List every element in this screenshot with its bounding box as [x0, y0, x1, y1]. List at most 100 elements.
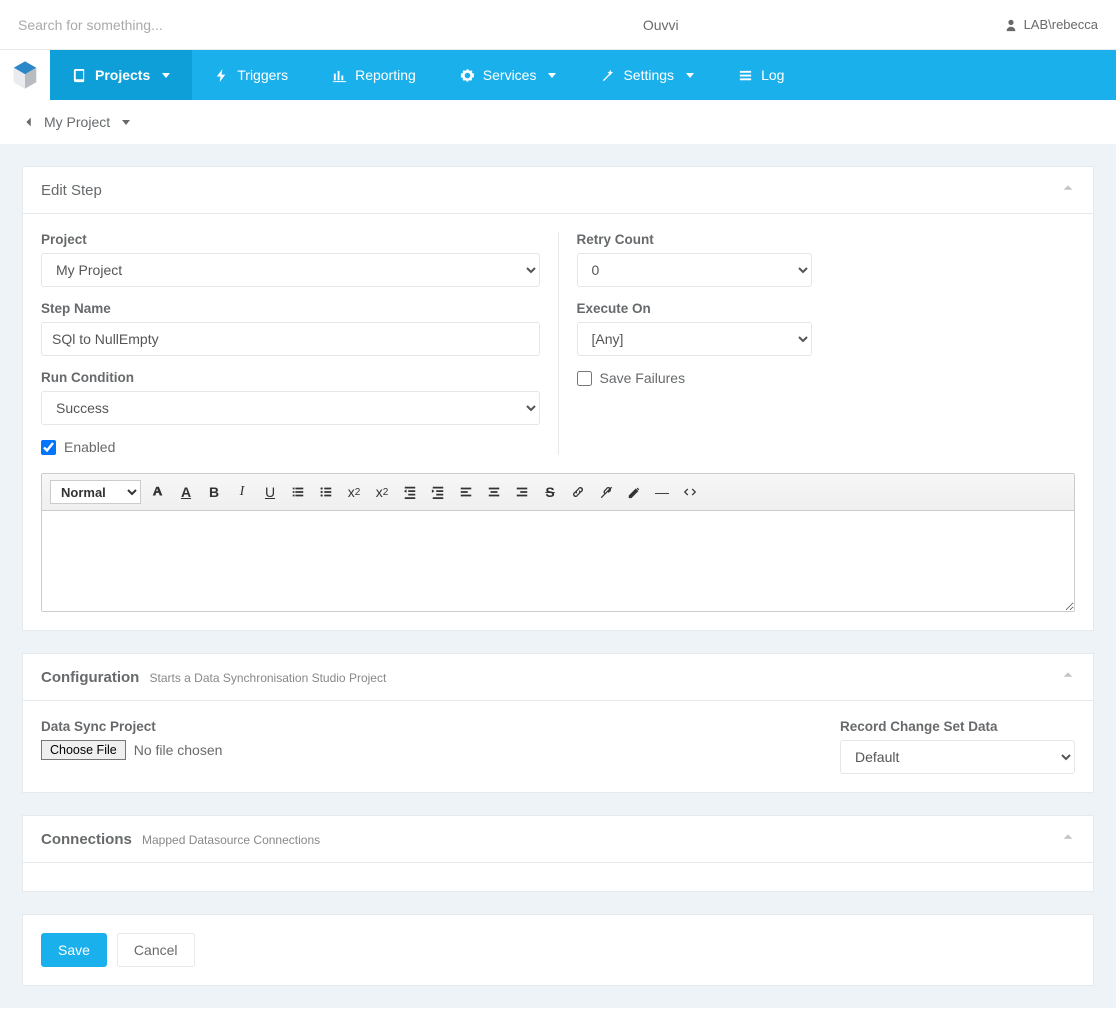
font-size-icon[interactable]: [147, 481, 169, 503]
retry-count-select[interactable]: 0: [577, 253, 812, 287]
nav-services-label: Services: [483, 67, 537, 83]
search-input[interactable]: [18, 17, 318, 33]
align-left-icon[interactable]: [455, 481, 477, 503]
align-right-icon[interactable]: [511, 481, 533, 503]
link-icon[interactable]: [567, 481, 589, 503]
nav-triggers[interactable]: Triggers: [192, 50, 310, 100]
bolt-icon: [214, 68, 229, 83]
align-center-icon[interactable]: [483, 481, 505, 503]
font-color-icon[interactable]: A: [175, 481, 197, 503]
cancel-button[interactable]: Cancel: [117, 933, 195, 967]
enabled-label: Enabled: [64, 439, 115, 455]
run-condition-label: Run Condition: [41, 370, 540, 385]
navbar: Projects Triggers Reporting Services Set…: [0, 50, 1116, 100]
configuration-body: Data Sync Project Choose File No file ch…: [23, 701, 1093, 792]
underline-icon[interactable]: U: [259, 481, 281, 503]
ouvvi-logo-icon: [9, 59, 41, 91]
app-title: Ouvvi: [318, 17, 1004, 33]
nav-log-label: Log: [761, 67, 784, 83]
record-change-set-group: Record Change Set Data Default: [840, 719, 1075, 774]
breadcrumb: My Project: [0, 100, 1116, 144]
outdent-icon[interactable]: [399, 481, 421, 503]
editor-toolbar: Normal A B I U x2 x2 S: [42, 474, 1074, 511]
caret-down-icon[interactable]: [122, 120, 130, 125]
chevron-up-icon: [1061, 668, 1075, 682]
topbar: Ouvvi LAB\rebecca: [0, 0, 1116, 50]
strikethrough-icon[interactable]: S: [539, 481, 561, 503]
rich-text-editor: Normal A B I U x2 x2 S: [41, 473, 1075, 612]
record-change-set-label: Record Change Set Data: [840, 719, 1075, 734]
code-view-icon[interactable]: [679, 481, 701, 503]
list-icon: [738, 68, 753, 83]
horizontal-rule-icon[interactable]: —: [651, 481, 673, 503]
page-body: Edit Step Project My Project Step Name: [0, 144, 1116, 1008]
collapse-toggle[interactable]: [1061, 668, 1075, 686]
run-condition-select[interactable]: Success: [41, 391, 540, 425]
chevron-up-icon: [1061, 830, 1075, 844]
connections-header: Connections Mapped Datasource Connection…: [23, 816, 1093, 863]
nav-services[interactable]: Services: [438, 50, 579, 100]
nav-reporting-label: Reporting: [355, 67, 416, 83]
configuration-subtitle: Starts a Data Synchronisation Studio Pro…: [150, 671, 387, 685]
caret-down-icon: [548, 73, 556, 78]
user-icon: [1004, 18, 1018, 32]
connections-body: [23, 863, 1093, 891]
edit-step-title: Edit Step: [41, 182, 102, 199]
cogs-icon: [460, 68, 475, 83]
retry-count-label: Retry Count: [577, 232, 1076, 247]
user-badge[interactable]: LAB\rebecca: [1004, 17, 1098, 32]
choose-file-button[interactable]: Choose File: [41, 740, 126, 760]
connections-panel: Connections Mapped Datasource Connection…: [22, 815, 1094, 892]
project-label: Project: [41, 232, 540, 247]
action-buttons: Save Cancel: [22, 914, 1094, 986]
edit-step-body: Project My Project Step Name Run Conditi…: [23, 214, 1093, 630]
execute-on-label: Execute On: [577, 301, 1076, 316]
breadcrumb-project[interactable]: My Project: [44, 114, 110, 130]
superscript-icon[interactable]: x2: [371, 481, 393, 503]
book-icon: [72, 68, 87, 83]
unordered-list-icon[interactable]: [315, 481, 337, 503]
user-label: LAB\rebecca: [1024, 17, 1098, 32]
form-columns: Project My Project Step Name Run Conditi…: [41, 232, 1075, 455]
save-failures-checkbox[interactable]: [577, 371, 592, 386]
chevron-up-icon: [1061, 181, 1075, 195]
format-select[interactable]: Normal: [50, 480, 141, 504]
save-button[interactable]: Save: [41, 933, 107, 967]
chevron-left-icon[interactable]: [22, 115, 36, 129]
wand-icon: [600, 68, 615, 83]
nav-settings-label: Settings: [623, 67, 674, 83]
collapse-toggle[interactable]: [1061, 181, 1075, 199]
record-change-set-select[interactable]: Default: [840, 740, 1075, 774]
caret-down-icon: [686, 73, 694, 78]
bold-icon[interactable]: B: [203, 481, 225, 503]
ordered-list-icon[interactable]: [287, 481, 309, 503]
connections-title: Connections: [41, 831, 132, 848]
configuration-panel: Configuration Starts a Data Synchronisat…: [22, 653, 1094, 793]
nav-projects-label: Projects: [95, 67, 150, 83]
edit-step-header: Edit Step: [23, 167, 1093, 214]
indent-icon[interactable]: [427, 481, 449, 503]
nav-reporting[interactable]: Reporting: [310, 50, 438, 100]
project-select[interactable]: My Project: [41, 253, 540, 287]
execute-on-select[interactable]: [Any]: [577, 322, 812, 356]
nav-settings[interactable]: Settings: [578, 50, 716, 100]
enabled-checkbox[interactable]: [41, 440, 56, 455]
nav-log[interactable]: Log: [716, 50, 806, 100]
editor-textarea[interactable]: [42, 511, 1074, 611]
step-name-input[interactable]: [41, 322, 540, 356]
connections-subtitle: Mapped Datasource Connections: [142, 833, 320, 847]
save-failures-label: Save Failures: [600, 370, 686, 386]
italic-icon[interactable]: I: [231, 481, 253, 503]
collapse-toggle[interactable]: [1061, 830, 1075, 848]
logo[interactable]: [0, 50, 50, 100]
subscript-icon[interactable]: x2: [343, 481, 365, 503]
step-name-label: Step Name: [41, 301, 540, 316]
form-col-left: Project My Project Step Name Run Conditi…: [41, 232, 559, 455]
bar-chart-icon: [332, 68, 347, 83]
clear-format-icon[interactable]: [623, 481, 645, 503]
nav-triggers-label: Triggers: [237, 67, 288, 83]
unlink-icon[interactable]: [595, 481, 617, 503]
configuration-title: Configuration: [41, 669, 139, 686]
form-col-right: Retry Count 0 Execute On [Any] Save Fai: [559, 232, 1076, 455]
nav-projects[interactable]: Projects: [50, 50, 192, 100]
